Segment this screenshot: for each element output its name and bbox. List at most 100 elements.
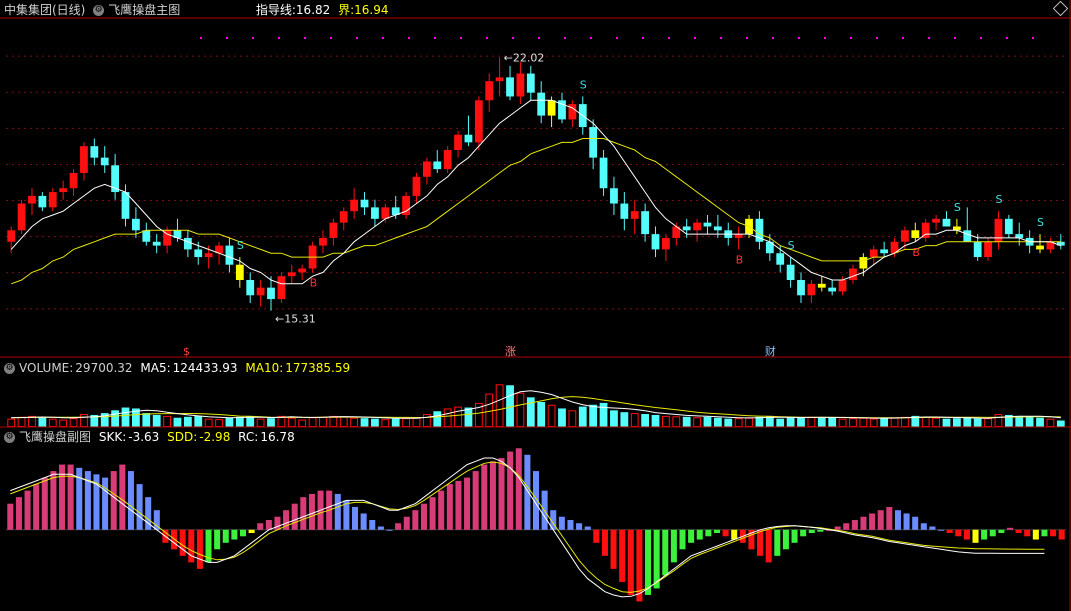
volume-bar xyxy=(1025,416,1034,427)
volume-bar xyxy=(121,407,130,427)
candle-body xyxy=(59,188,68,193)
volume-bar xyxy=(152,414,161,427)
marker-dot xyxy=(798,37,800,39)
indicator-bar xyxy=(308,493,315,530)
indicator-bar xyxy=(377,526,384,530)
indicator-bar xyxy=(515,448,522,530)
indicator-bar xyxy=(15,497,22,530)
indicator-bar xyxy=(670,529,677,563)
indicator-bar xyxy=(438,490,445,530)
indicator-bar xyxy=(102,477,109,530)
candle-body xyxy=(973,241,982,258)
indicator-bar xyxy=(722,529,729,537)
volume-bar xyxy=(797,417,805,427)
indicator-bar xyxy=(455,480,462,530)
candle-body xyxy=(786,264,795,280)
indicator-bar xyxy=(412,510,419,530)
volume-bar xyxy=(495,384,504,428)
sell-signal: S xyxy=(1037,216,1044,229)
volume-bar xyxy=(786,417,795,427)
marker-dot xyxy=(720,37,722,39)
candle-body xyxy=(942,218,951,227)
volume-bar xyxy=(267,418,275,427)
sub-indicator-panel[interactable] xyxy=(6,448,1066,602)
candle-body xyxy=(350,199,359,212)
volume-bar xyxy=(817,417,826,427)
indicator-bar xyxy=(877,510,884,530)
volume-bar xyxy=(412,417,421,427)
candle-body xyxy=(1004,218,1013,235)
candle-body xyxy=(38,195,47,208)
volume-bar xyxy=(932,417,940,427)
indicator-bar xyxy=(41,477,48,530)
volume-bar xyxy=(776,418,785,427)
indicator-bar xyxy=(929,526,936,530)
buy-signal: B xyxy=(912,246,920,259)
indicator-bar xyxy=(912,516,919,530)
volume-ma10-line xyxy=(11,396,1061,419)
price-panel[interactable]: ←22.02 ←15.31 S S S B S S S B B $ 涨 财 xyxy=(7,51,1065,358)
volume-bar xyxy=(308,417,317,428)
candle-body xyxy=(142,230,151,242)
volume-bar xyxy=(422,414,431,428)
candle-body xyxy=(443,150,452,170)
indicator-bar xyxy=(731,529,738,540)
indicator-bar xyxy=(188,529,195,563)
candle-body xyxy=(381,207,390,219)
indicator-bar xyxy=(869,513,876,530)
volume-bar xyxy=(256,418,265,427)
volume-bar xyxy=(942,418,951,427)
candle-body xyxy=(516,73,525,97)
top-dot-row xyxy=(200,37,1034,39)
indicator-bar xyxy=(860,516,867,530)
candle-body xyxy=(287,272,296,277)
indicator-bar xyxy=(386,529,393,531)
indicator-bar xyxy=(24,490,31,530)
volume-bar xyxy=(339,416,348,428)
candle-body xyxy=(1036,245,1044,250)
marker-dot xyxy=(1032,37,1034,39)
candle-body xyxy=(547,100,556,116)
candle-body xyxy=(734,234,743,238)
volume-bar xyxy=(703,416,712,427)
event-marker: 涨 xyxy=(505,345,516,358)
candle-body xyxy=(69,172,78,189)
indicator-bar xyxy=(800,529,807,537)
volume-bar xyxy=(755,416,764,427)
candle-body xyxy=(7,230,16,242)
volume-bar xyxy=(111,410,120,427)
candle-body xyxy=(537,92,546,116)
candle-body xyxy=(1015,234,1024,238)
indicator-bar xyxy=(774,529,781,556)
volume-bar xyxy=(225,417,234,427)
indicator-bar xyxy=(222,529,229,543)
volume-bar xyxy=(69,418,78,428)
volume-panel[interactable] xyxy=(7,384,1065,428)
volume-bar xyxy=(807,416,816,427)
volume-bar xyxy=(984,418,992,428)
candle-body xyxy=(651,234,660,250)
indicator-bar xyxy=(843,523,850,530)
indicator-bar xyxy=(395,523,402,530)
indicator-bar xyxy=(127,471,134,530)
marker-dot xyxy=(408,37,410,39)
volume-bar xyxy=(682,416,691,427)
volume-bar xyxy=(1036,417,1044,427)
marker-dot xyxy=(278,37,280,39)
volume-bar xyxy=(235,416,244,427)
marker-dot xyxy=(694,37,696,39)
volume-bar xyxy=(38,417,47,427)
candle-body xyxy=(267,287,275,300)
volume-bar xyxy=(173,417,182,427)
volume-bar xyxy=(578,406,587,427)
chart-canvas[interactable]: ←22.02 ←15.31 S S S B S S S B B $ 涨 财 xyxy=(0,0,1071,611)
marker-dot xyxy=(200,37,202,39)
candle-body xyxy=(911,230,920,238)
marker-dot xyxy=(538,37,540,39)
candle-body xyxy=(28,195,36,204)
buy-signal: B xyxy=(310,276,318,289)
candle-body xyxy=(454,134,462,150)
indicator-bar xyxy=(1050,529,1057,537)
indicator-bar xyxy=(963,529,970,540)
volume-bar xyxy=(59,419,68,427)
